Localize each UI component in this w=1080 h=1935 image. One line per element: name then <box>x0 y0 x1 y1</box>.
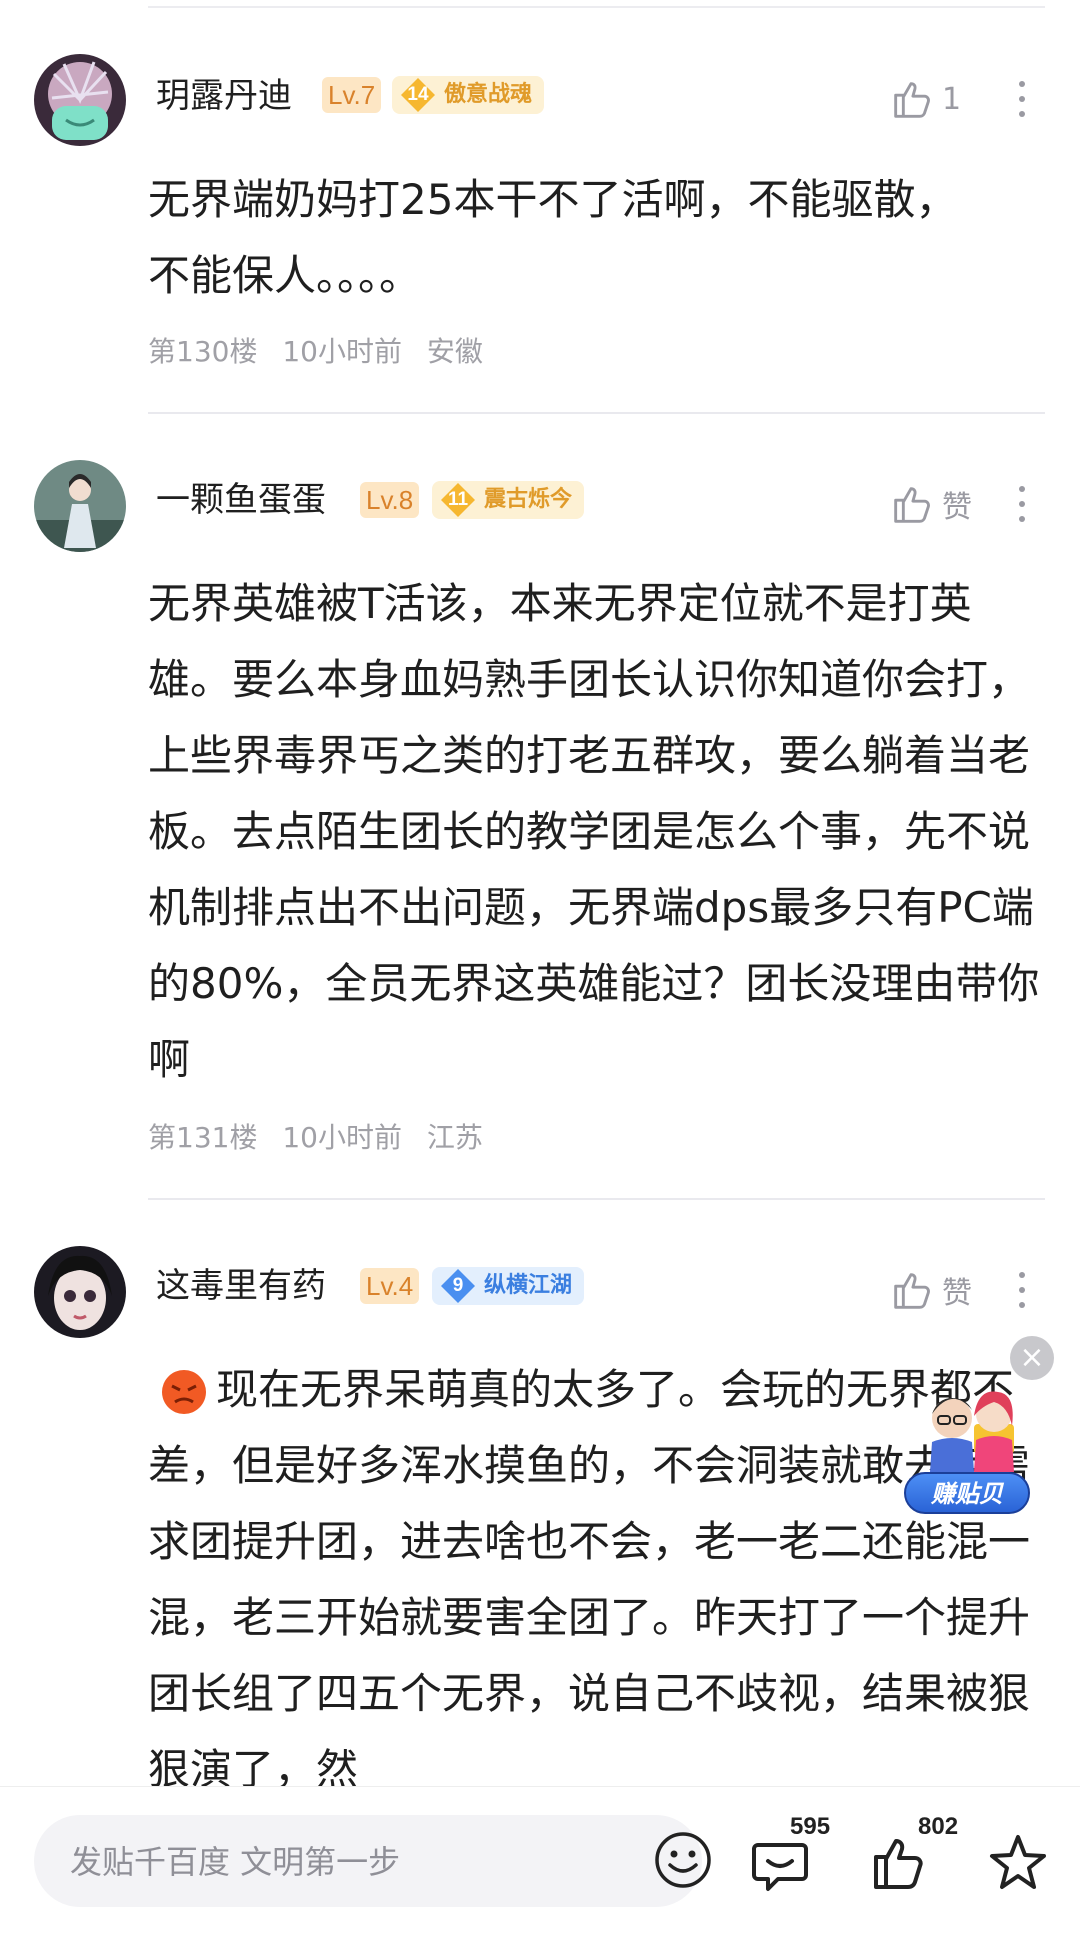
username[interactable]: 这毒里有药 <box>156 1266 326 1306</box>
divider <box>148 1198 1045 1200</box>
comment-meta: 第131楼 10小时前 江苏 <box>148 1116 499 1156</box>
like-count: 802 <box>918 1813 959 1840</box>
badge-number: 11 <box>447 489 469 510</box>
thumbs-up-icon <box>894 487 930 523</box>
floor-number: 第130楼 <box>148 335 258 368</box>
star-icon[interactable] <box>986 1831 1050 1895</box>
level-badge: Lv.7 <box>322 77 382 113</box>
post-time: 10小时前 <box>282 1121 402 1154</box>
like-button[interactable]: 赞 <box>888 479 998 529</box>
like-label: 赞 <box>942 490 972 525</box>
ip-location: 安徽 <box>426 335 483 368</box>
avatar[interactable] <box>34 460 126 552</box>
like-button[interactable]: 赞 <box>888 1265 998 1315</box>
username[interactable]: 玥露丹迪 <box>156 76 292 116</box>
mascot-illustration <box>930 1391 1014 1472</box>
thumbs-up-icon <box>894 82 930 118</box>
smile-icon[interactable] <box>652 1829 714 1891</box>
float-widget[interactable]: 赚贴贝 <box>900 1380 1040 1518</box>
reply-count: 595 <box>790 1813 831 1840</box>
badge-gem-icon: 11 <box>440 482 476 518</box>
avatar[interactable] <box>34 54 126 146</box>
more-vertical-icon[interactable] <box>1010 479 1034 529</box>
username[interactable]: 一颗鱼蛋蛋 <box>156 480 326 520</box>
level-badge: Lv.8 <box>360 482 420 518</box>
badge-title: 纵横江湖 <box>484 1273 573 1298</box>
level-badge: Lv.4 <box>360 1268 420 1304</box>
close-icon[interactable]: × <box>1010 1336 1054 1380</box>
badge-number: 14 <box>407 84 429 105</box>
like-button[interactable]: 1 <box>888 74 998 124</box>
avatar[interactable] <box>34 1246 126 1338</box>
floor-number: 第131楼 <box>148 1121 258 1154</box>
post-time: 10小时前 <box>282 335 402 368</box>
divider <box>148 412 1045 414</box>
badge-title: 傲意战魂 <box>444 82 533 107</box>
reply-input-box[interactable] <box>34 1815 711 1907</box>
honor-badge: 14 傲意战魂 <box>392 76 545 114</box>
badge-gem-icon: 14 <box>400 77 436 113</box>
top-divider <box>148 6 1045 8</box>
comment-content[interactable]: 无界端奶妈打25本干不了活啊，不能驱散，不能保人。。。。 <box>148 162 968 314</box>
earn-beans-button[interactable]: 赚贴贝 <box>904 1472 1030 1514</box>
badge-gem-icon: 9 <box>440 1268 476 1304</box>
honor-badge: 9 纵横江湖 <box>432 1267 585 1305</box>
like-count: 1 <box>942 81 962 117</box>
badge-title: 震古烁今 <box>484 487 573 512</box>
thumbs-up-icon <box>894 1273 930 1309</box>
ip-location: 江苏 <box>426 1121 483 1154</box>
like-label: 赞 <box>942 1276 972 1311</box>
more-vertical-icon[interactable] <box>1010 74 1034 124</box>
comment-meta: 第130楼 10小时前 安徽 <box>148 330 499 370</box>
more-vertical-icon[interactable] <box>1010 1265 1034 1315</box>
comment-content[interactable]: 无界英雄被T活该，本来无界定位就不是打英雄。要么本身血妈熟手团长认识你知道你会打… <box>148 566 1048 1098</box>
honor-badge: 11 震古烁今 <box>432 481 585 519</box>
reply-input[interactable] <box>68 1837 592 1887</box>
badge-number: 9 <box>452 1275 464 1296</box>
bottom-bar: 595 802 <box>0 1786 1080 1935</box>
